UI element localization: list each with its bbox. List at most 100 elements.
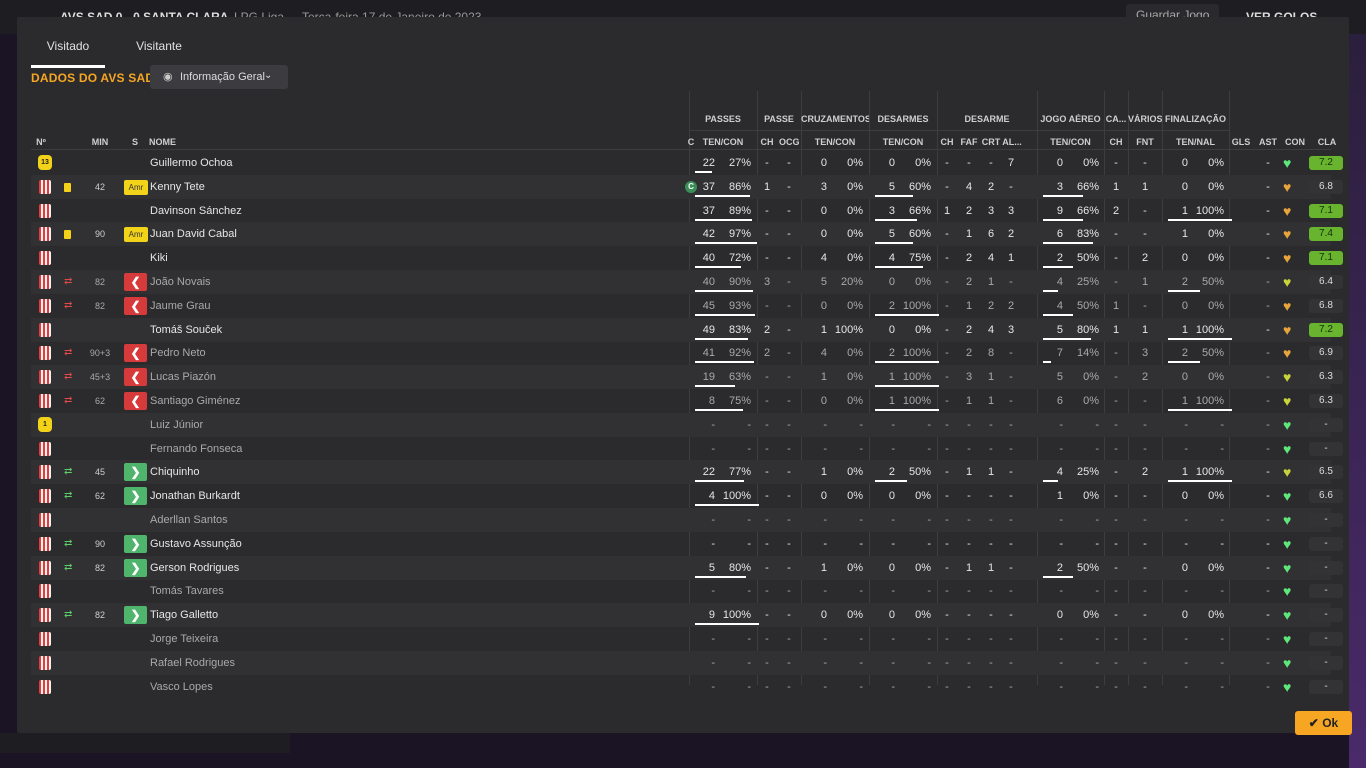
- stat-percentage: 0%: [1208, 561, 1224, 574]
- table-row[interactable]: ⇄ 62 ❯ Jonathan Burkardt 4 100% - -0 0% 0 0% - - - -1 0…: [31, 484, 1343, 508]
- player-name[interactable]: Tiago Galletto: [150, 603, 218, 627]
- table-row[interactable]: ⇄ 90+3 ❮ Pedro Neto 41 92% 2-4 0% 2 100% -2 8-7 14% -…: [31, 341, 1343, 365]
- ok-button[interactable]: ✔ Ok: [1295, 711, 1352, 735]
- stat-percentage: -: [747, 585, 751, 598]
- column-header[interactable]: MIN: [85, 137, 115, 147]
- rating-badge: 6.3: [1309, 394, 1343, 408]
- rating-badge: -: [1309, 584, 1343, 599]
- stat-value: -: [787, 585, 791, 598]
- player-name[interactable]: Gerson Rodrigues: [150, 556, 239, 580]
- team-stats-title: DADOS DO AVS SAD: [31, 71, 155, 85]
- table-row[interactable]: 1 Luiz Júnior - - - - - - - - - - - - - - - - - - - ♥ -: [31, 412, 1343, 437]
- table-row[interactable]: Jorge Teixeira - - - - - - - - - - - - - - - - - - - ♥ -: [31, 627, 1343, 651]
- stat-value: 6: [987, 228, 995, 241]
- stat-percentage: 0%: [1208, 228, 1224, 241]
- stat-value: -: [1114, 656, 1118, 669]
- player-name[interactable]: Jaume Grau: [150, 294, 211, 318]
- table-row[interactable]: ⇄ 90 ❯ Gustavo Assunção - - - - - - - - - - - - - - - - - - - ♥…: [31, 532, 1343, 556]
- stat-attempts: 0: [820, 395, 827, 407]
- column-header[interactable]: FAF: [959, 137, 979, 147]
- column-header[interactable]: TEN/CON: [869, 137, 937, 147]
- column-header[interactable]: AST: [1256, 137, 1280, 147]
- stat-attempts: -: [891, 680, 895, 693]
- success-bar: [1043, 337, 1091, 340]
- table-row[interactable]: ⇄ 45+3 ❮ Lucas Piazón 19 63% - -1 0% 1 100% -3 1-5 0%…: [31, 365, 1343, 390]
- player-name[interactable]: Aderllan Santos: [150, 508, 228, 532]
- table-row[interactable]: Fernando Fonseca - - - - - - - - - - - - - - - - - - - ♥ -: [31, 437, 1343, 461]
- table-row[interactable]: Davinson Sánchez 37 89% - -0 0% 3 66% 1 2 3 3 9 66% 2-…: [31, 199, 1343, 223]
- success-bar: [1043, 361, 1051, 364]
- column-header[interactable]: S: [129, 137, 141, 147]
- column-header[interactable]: CLA: [1311, 137, 1343, 147]
- table-row[interactable]: Tomás Tavares - - - - - - - - - - - - - - - - - - - ♥ -: [31, 579, 1343, 603]
- stat-attempts: 4: [820, 252, 827, 265]
- tab-visitante[interactable]: Visitante: [122, 39, 196, 65]
- column-header[interactable]: GLS: [1229, 137, 1253, 147]
- player-name[interactable]: Vasco Lopes: [150, 675, 213, 699]
- table-row[interactable]: Tomáš Souček 49 83% 2-1 100% 0 0% -2 4 3 5 80% 1 1 1 10…: [31, 317, 1343, 342]
- table-row[interactable]: Aderllan Santos - - - - - - - - - - - - - - - - - - - ♥ -: [31, 508, 1343, 532]
- rating-badge: 7.4: [1309, 227, 1343, 242]
- stat-percentage: -: [1220, 656, 1224, 669]
- column-header[interactable]: FNT: [1128, 137, 1162, 147]
- stat-value: -: [989, 490, 993, 503]
- tab-visitado[interactable]: Visitado: [31, 39, 105, 68]
- stat-percentage: 0%: [847, 204, 863, 217]
- player-name[interactable]: Guillermo Ochoa: [150, 151, 233, 175]
- table-row[interactable]: ⇄ 45 ❯ Chiquinho 22 77% - -1 0% 2 50% -1 1-4 25% -2 1 10…: [31, 460, 1343, 485]
- table-row[interactable]: 90 Amr Juan David Cabal 42 97% - -0 0% 5 60% -1 6 2 6…: [31, 222, 1343, 247]
- player-name[interactable]: Luiz Júnior: [150, 413, 203, 437]
- column-header[interactable]: TEN/CON: [689, 137, 757, 147]
- column-header[interactable]: CH: [1104, 137, 1128, 147]
- table-row[interactable]: Rafael Rodrigues - - - - - - - - - - - - - - - - - - - ♥ -: [31, 650, 1343, 675]
- table-row[interactable]: ⇄ 82 ❮ Jaume Grau 45 93% - -0 0% 2 100% -1 2 2 4 50% 1-0…: [31, 294, 1343, 318]
- column-header[interactable]: CON: [1281, 137, 1309, 147]
- player-name[interactable]: Lucas Piazón: [150, 365, 216, 389]
- column-header[interactable]: TEN/NAL: [1162, 137, 1229, 147]
- stat-percentage: -: [1220, 442, 1224, 455]
- player-name[interactable]: Davinson Sánchez: [150, 199, 242, 223]
- player-name[interactable]: Rafael Rodrigues: [150, 651, 235, 675]
- table-row[interactable]: 13 Guillermo Ochoa 22 27% - -0 0% 0 0% - - -7 0 0% - -0…: [31, 151, 1343, 175]
- stat-value: -: [1114, 395, 1118, 407]
- table-row[interactable]: ⇄ 82 ❯ Gerson Rodrigues 5 80% - -1 0% 0 0% -1 1-2 50%…: [31, 555, 1343, 580]
- stat-percentage: 0%: [915, 561, 931, 574]
- player-name[interactable]: Gustavo Assunção: [150, 532, 242, 556]
- column-header[interactable]: CH: [937, 137, 957, 147]
- table-row[interactable]: ⇄ 82 ❯ Tiago Galletto 9 100% - -0 0% 0 0% - - - -0 0% - -…: [31, 603, 1343, 628]
- substitution-icon: ⇄: [64, 466, 73, 478]
- view-dropdown[interactable]: ◉ Informação Geral ⌄: [150, 65, 288, 89]
- stat-percentage: -: [1095, 418, 1099, 431]
- column-header[interactable]: AL...: [1001, 137, 1023, 147]
- player-name[interactable]: Kenny Tete: [150, 175, 205, 199]
- player-name[interactable]: Santiago Giménez: [150, 389, 241, 413]
- stat-attempts: -: [823, 680, 827, 693]
- column-header[interactable]: Nº: [31, 137, 51, 147]
- table-row[interactable]: Kiki 40 72% - -4 0% 4 75% -2 4 1 2 50% -2 0 0% - ♥ 7.1: [31, 246, 1343, 270]
- table-row[interactable]: ⇄ 62 ❮ Santiago Giménez 8 75% - -0 0% 1 100% -1 1-6 0…: [31, 389, 1343, 413]
- stat-value: -: [989, 585, 993, 598]
- stat-value: -: [967, 442, 971, 455]
- player-name[interactable]: Tomás Tavares: [150, 579, 224, 603]
- column-header[interactable]: NOME: [149, 137, 209, 147]
- stat-value: -: [765, 204, 769, 217]
- table-row[interactable]: Vasco Lopes - - - - - - - - - - - - - - - - - - - ♥ -: [31, 675, 1343, 699]
- player-name[interactable]: Jorge Teixeira: [150, 627, 218, 651]
- column-header[interactable]: CRT: [981, 137, 1001, 147]
- column-header[interactable]: CH: [757, 137, 777, 147]
- column-header[interactable]: OCG: [779, 137, 799, 147]
- player-name[interactable]: Chiquinho: [150, 460, 200, 484]
- column-header[interactable]: TEN/CON: [801, 137, 869, 147]
- stat-attempts: -: [1059, 514, 1063, 526]
- player-name[interactable]: Juan David Cabal: [150, 222, 237, 246]
- player-name[interactable]: Fernando Fonseca: [150, 437, 242, 461]
- column-group-header: VÁRIOS: [1128, 114, 1162, 124]
- player-name[interactable]: Pedro Neto: [150, 341, 206, 365]
- table-row[interactable]: 42 Amr Kenny Tete C 37 86% 1-3 0% 5 60% -4 2-3 66% 1 1…: [31, 174, 1343, 199]
- player-name[interactable]: João Novais: [150, 270, 211, 294]
- player-name[interactable]: Jonathan Burkardt: [150, 484, 240, 508]
- player-name[interactable]: Kiki: [150, 246, 168, 270]
- column-header[interactable]: TEN/CON: [1037, 137, 1104, 147]
- player-name[interactable]: Tomáš Souček: [150, 318, 222, 342]
- table-row[interactable]: ⇄ 82 ❮ João Novais 40 90% 3-5 20% 0 0% -2 1-4 25% -1 2…: [31, 270, 1343, 294]
